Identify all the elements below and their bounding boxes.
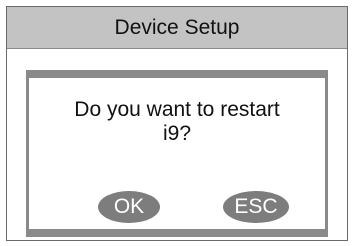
dialog-message-line-2: i9?	[162, 122, 192, 145]
title-bar: Device Setup	[7, 7, 347, 49]
dialog-message: Do you want to restart i9?	[29, 98, 325, 146]
esc-button[interactable]: ESC	[223, 191, 289, 223]
restart-confirm-dialog: Do you want to restart i9? OK ESC	[26, 70, 328, 237]
window-title: Device Setup	[114, 15, 240, 39]
ok-button[interactable]: OK	[98, 191, 160, 223]
dialog-message-line-1: Do you want to restart	[74, 98, 280, 121]
device-screen: Device Setup Do you want to restart i9? …	[6, 6, 348, 241]
